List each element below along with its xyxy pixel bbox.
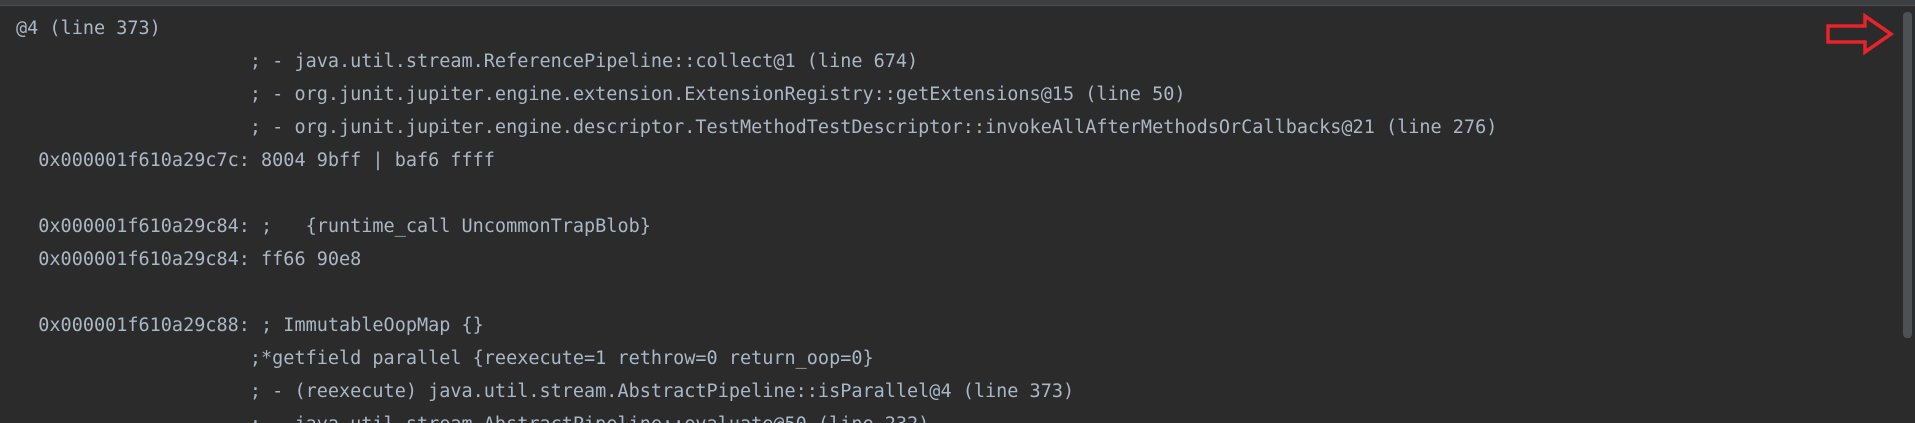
console-window: @4 (line 373) ; - java.util.stream.Refer… bbox=[0, 0, 1915, 423]
console-line: 0x000001f610a29c88: ; ImmutableOopMap {} bbox=[16, 315, 484, 336]
console-line: ; - java.util.stream.ReferencePipeline::… bbox=[16, 51, 919, 72]
console-line: ; - org.junit.jupiter.engine.descriptor.… bbox=[16, 117, 1498, 138]
console-line: ; - java.util.stream.AbstractPipeline::e… bbox=[16, 408, 929, 423]
disassembly-output[interactable]: @4 (line 373) ; - java.util.stream.Refer… bbox=[0, 6, 1895, 423]
console-line: @4 (line 373) bbox=[16, 18, 161, 39]
console-line: 0x000001f610a29c7c: 8004 9bff | baf6 fff… bbox=[16, 150, 495, 171]
console-line: ; - org.junit.jupiter.engine.extension.E… bbox=[16, 84, 1186, 105]
scrollbar-thumb[interactable] bbox=[1903, 12, 1912, 338]
console-line: 0x000001f610a29c84: ; {runtime_call Unco… bbox=[16, 216, 651, 237]
console-line: ;*getfield parallel {reexecute=1 rethrow… bbox=[16, 348, 874, 369]
console-line: ; - (reexecute) java.util.stream.Abstrac… bbox=[16, 381, 1075, 402]
vertical-scrollbar[interactable] bbox=[1899, 6, 1915, 423]
console-line: 0x000001f610a29c84: ff66 90e8 bbox=[16, 249, 362, 270]
right-arrow-icon bbox=[1826, 12, 1895, 56]
